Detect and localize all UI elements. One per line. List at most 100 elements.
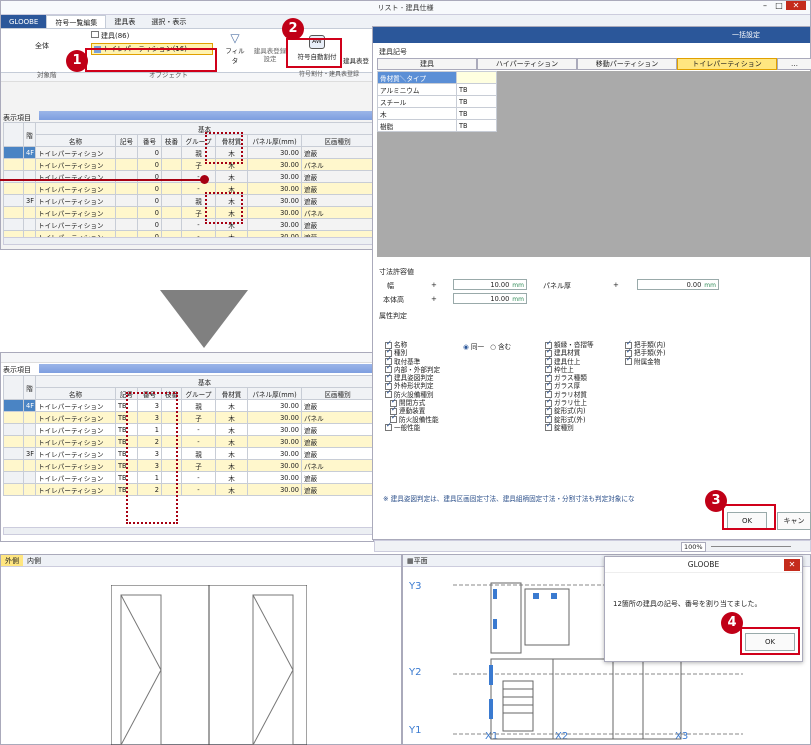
thickness-cell[interactable]: 30.00 bbox=[247, 399, 302, 412]
number-cell[interactable]: 0 bbox=[137, 206, 162, 219]
tab-high-partition[interactable]: ハイパーティション bbox=[477, 58, 577, 70]
code-row[interactable]: 樹脂 TB bbox=[377, 119, 497, 132]
floor-cell[interactable]: 4F bbox=[23, 399, 36, 412]
floor-cell[interactable] bbox=[23, 182, 36, 195]
table-row[interactable]: 3F トイレパーティション TB 3 親木 30.00 遮蔽 bbox=[3, 447, 375, 460]
top-scrollbar[interactable] bbox=[3, 237, 373, 245]
floor-cell[interactable] bbox=[23, 471, 36, 484]
material-cell[interactable]: 木 bbox=[215, 435, 248, 448]
thickness-cell[interactable]: 30.00 bbox=[247, 218, 302, 231]
floor-cell[interactable] bbox=[23, 459, 36, 472]
row-header[interactable] bbox=[3, 483, 24, 496]
panel-tolerance-input[interactable]: 0.00 mm bbox=[637, 279, 719, 290]
close-icon[interactable]: ✕ bbox=[786, 1, 806, 10]
height-tolerance-input[interactable]: 10.00 mm bbox=[453, 293, 527, 304]
floor-cell[interactable] bbox=[23, 435, 36, 448]
zoom-level[interactable]: 100% bbox=[681, 542, 706, 552]
thickness-cell[interactable]: 30.00 bbox=[247, 206, 302, 219]
result-scrollbar[interactable] bbox=[3, 527, 373, 535]
table-row[interactable]: トイレパーティション TB 2- 木 30.00 遮蔽 bbox=[3, 483, 375, 496]
attr-checkbox[interactable]: 錠種別 bbox=[545, 421, 594, 432]
attr-checkbox[interactable]: 錠形式(外) bbox=[545, 413, 594, 424]
group-cell[interactable]: 親 bbox=[181, 399, 216, 412]
thickness-cell[interactable]: 30.00 bbox=[247, 411, 302, 424]
type-header-cell[interactable] bbox=[456, 71, 497, 84]
kind-cell[interactable]: 遮蔽 bbox=[300, 423, 375, 436]
kind-cell[interactable]: パネル bbox=[300, 459, 375, 472]
name-cell[interactable]: トイレパーティション bbox=[35, 206, 116, 219]
kind-cell[interactable]: パネル bbox=[300, 206, 375, 219]
code-cell[interactable]: TB bbox=[456, 107, 497, 120]
thickness-cell[interactable]: 30.00 bbox=[247, 447, 302, 460]
row-header[interactable] bbox=[3, 146, 24, 159]
table-row[interactable]: トイレパーティション TB 1- 木 30.00 遮蔽 bbox=[3, 471, 375, 484]
name-cell[interactable]: トイレパーティション bbox=[35, 447, 116, 460]
name-cell[interactable]: トイレパーティション bbox=[35, 399, 116, 412]
group-cell[interactable]: 親 bbox=[181, 447, 216, 460]
table-row[interactable]: トイレパーティション TB 1- 木 30.00 遮蔽 bbox=[3, 423, 375, 436]
attr-checkbox[interactable]: ガラリ材質 bbox=[545, 388, 594, 399]
material-cell[interactable]: 木 bbox=[215, 423, 248, 436]
attr-checkbox[interactable]: 錠形式(内) bbox=[545, 405, 594, 415]
table-row[interactable]: 4F トイレパーティション TB 3 親木 30.00 遮蔽 bbox=[3, 399, 375, 412]
floor-cell[interactable] bbox=[23, 483, 36, 496]
symbol-cell[interactable] bbox=[115, 194, 138, 207]
dropdown-item-fitting[interactable]: 建具(86) bbox=[91, 31, 211, 42]
tab-inner[interactable]: 内側 bbox=[23, 555, 45, 566]
number-cell[interactable]: 0 bbox=[137, 146, 162, 159]
attr-checkbox[interactable]: 一般性能 bbox=[385, 421, 440, 432]
radio-contain[interactable]: ○ 含む bbox=[490, 343, 511, 351]
width-tolerance-input[interactable]: 10.00 mm bbox=[453, 279, 527, 290]
material-cell[interactable]: 木 bbox=[215, 471, 248, 484]
thickness-cell[interactable]: 30.00 bbox=[247, 423, 302, 436]
tab-moving-partition[interactable]: 移動パーティション bbox=[577, 58, 677, 70]
table-row[interactable]: トイレパーティション 0 子木 30.00 パネル bbox=[3, 206, 375, 219]
dialog-cancel-button[interactable]: キャン bbox=[777, 512, 811, 530]
attr-checkbox[interactable]: 建具材質 bbox=[545, 347, 594, 357]
material-cell[interactable]: 木 bbox=[215, 447, 248, 460]
table-row[interactable]: トイレパーティション0-木30.00遮蔽 bbox=[3, 182, 375, 195]
name-cell[interactable]: トイレパーティション bbox=[35, 182, 116, 195]
group-cell[interactable]: 子 bbox=[181, 459, 216, 472]
row-header[interactable] bbox=[3, 206, 24, 219]
group-cell[interactable]: - bbox=[181, 471, 216, 484]
material-cell[interactable]: 木 bbox=[215, 459, 248, 472]
name-cell[interactable]: トイレパーティション bbox=[35, 435, 116, 448]
symbol-cell[interactable] bbox=[115, 158, 138, 171]
number-cell[interactable]: 0 bbox=[137, 182, 162, 195]
floor-cell[interactable] bbox=[23, 158, 36, 171]
floor-cell[interactable] bbox=[23, 411, 36, 424]
checkbox-icon[interactable] bbox=[625, 355, 632, 366]
name-cell[interactable]: トイレパーティション bbox=[35, 423, 116, 436]
table-row[interactable]: 4F トイレパーティション 0 親木 30.00 遮蔽 bbox=[3, 146, 375, 159]
checkbox-icon[interactable] bbox=[385, 421, 392, 432]
display-items-label-2[interactable]: 表示項目 bbox=[3, 365, 31, 375]
filter-button[interactable]: ▽ フィルタ bbox=[223, 31, 247, 65]
maximize-icon[interactable]: □ bbox=[772, 1, 786, 10]
thickness-cell[interactable]: 30.00 bbox=[247, 435, 302, 448]
thickness-cell[interactable]: 30.00 bbox=[247, 182, 302, 195]
branch-cell[interactable] bbox=[161, 182, 182, 195]
code-cell[interactable]: TB bbox=[456, 119, 497, 132]
row-header[interactable] bbox=[3, 471, 24, 484]
floor-cell[interactable] bbox=[23, 218, 36, 231]
name-cell[interactable]: トイレパーティション bbox=[35, 146, 116, 159]
name-cell[interactable]: トイレパーティション bbox=[35, 194, 116, 207]
thickness-cell[interactable]: 30.00 bbox=[247, 483, 302, 496]
table-row[interactable]: トイレパーティション TB 2- 木 30.00 遮蔽 bbox=[3, 435, 375, 448]
code-row[interactable]: スチール TB bbox=[377, 95, 497, 108]
checkbox-icon[interactable] bbox=[545, 421, 552, 432]
name-cell[interactable]: トイレパーティション bbox=[35, 471, 116, 484]
tab-gloobe[interactable]: GLOOBE bbox=[1, 15, 47, 28]
tab-toilet-partition[interactable]: トイレパーティション bbox=[677, 58, 777, 70]
attr-checkbox[interactable]: 取付基準 bbox=[385, 355, 440, 366]
code-cell[interactable]: TB bbox=[456, 95, 497, 108]
attr-checkbox[interactable]: 枠仕上 bbox=[545, 363, 594, 374]
minimize-icon[interactable]: – bbox=[758, 1, 772, 10]
row-header[interactable] bbox=[3, 182, 24, 195]
fitting-table-setting-button[interactable]: 建具表登録 設定 bbox=[251, 35, 289, 63]
attr-checkbox[interactable]: ガラス厚 bbox=[545, 380, 594, 390]
symbol-cell[interactable] bbox=[115, 146, 138, 159]
branch-cell[interactable] bbox=[161, 206, 182, 219]
row-header[interactable] bbox=[3, 399, 24, 412]
